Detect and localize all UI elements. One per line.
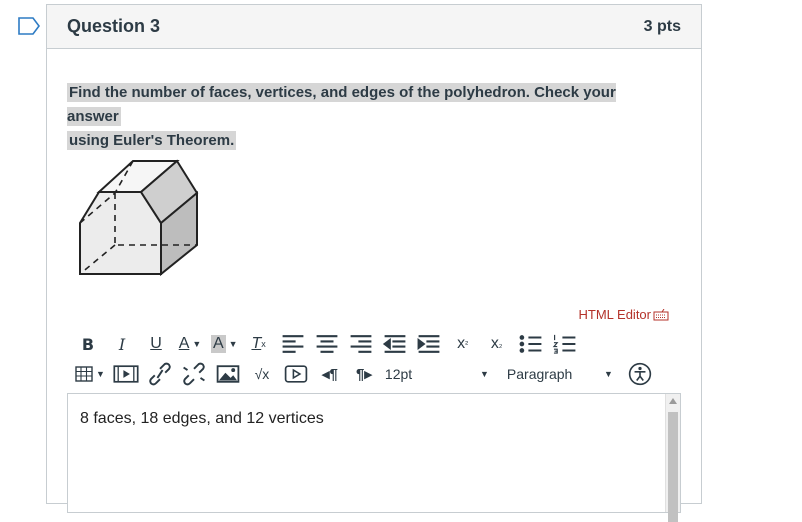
question-card: Question 3 3 pts Find the number of face… [46,4,702,522]
chevron-down-icon: ▼ [480,369,489,379]
numbered-list-icon[interactable] [552,332,578,356]
question-title: Question 3 [67,16,161,36]
scroll-thumb[interactable] [668,412,678,522]
indent-icon[interactable] [416,332,442,356]
unlink-icon[interactable] [181,362,207,386]
embed-icon[interactable] [283,362,309,386]
table-icon[interactable]: ▼ [75,362,105,386]
media-icon[interactable] [113,362,139,386]
link-icon[interactable] [147,362,173,386]
bookmark-icon[interactable] [17,16,41,36]
equation-icon[interactable]: √x [249,362,275,386]
bold-icon[interactable]: B [75,332,101,356]
subscript-icon[interactable]: x₂ [484,332,510,356]
editor-content[interactable]: 8 faces, 18 edges, and 12 vertices [80,410,324,428]
text-color-icon[interactable]: A ▼ [177,332,203,356]
chevron-down-icon: ▼ [604,369,613,379]
accessibility-icon[interactable] [627,362,653,386]
rich-text-editor[interactable]: 8 faces, 18 edges, and 12 vertices [67,393,681,522]
font-size-select[interactable]: 12pt ▼ [385,366,489,382]
html-editor-link[interactable]: HTML Editor [579,307,669,322]
rtl-icon[interactable]: ¶▸ [351,362,377,386]
question-text-line1: Find the number of faces, vertices, and … [67,83,616,126]
font-size-value: 12pt [384,366,413,382]
underline-icon[interactable]: U [143,332,169,356]
image-icon[interactable] [215,362,241,386]
align-right-icon[interactable] [348,332,374,356]
polyhedron-figure [79,159,199,277]
bullet-list-icon[interactable] [518,332,544,356]
question-points: 3 pts [643,17,681,35]
background-color-icon[interactable]: A ▼ [211,332,238,356]
ltr-icon[interactable]: ◂¶ [317,362,343,386]
scroll-up-icon[interactable] [669,398,677,404]
outdent-icon[interactable] [382,332,408,356]
toolbar-row-2: ▼ √x ◂¶ ¶▸ 12pt ▼ Paragraph ▼ [75,361,661,387]
toolbar-row-1: B I U A ▼ A ▼ Tx x² x₂ [75,331,586,357]
italic-icon[interactable]: I [109,332,135,356]
clear-formatting-icon[interactable]: Tx [246,332,272,356]
editor-scrollbar[interactable] [665,394,680,522]
align-left-icon[interactable] [280,332,306,356]
question-header: Question 3 3 pts [47,5,701,49]
question-text-line2: using Euler's Theorem. [67,131,237,150]
question-text: Find the number of faces, vertices, and … [67,81,667,153]
superscript-icon[interactable]: x² [450,332,476,356]
html-editor-label: HTML Editor [578,307,651,322]
align-center-icon[interactable] [314,332,340,356]
block-format-select[interactable]: Paragraph ▼ [507,366,613,382]
block-format-value: Paragraph [506,366,573,382]
keyboard-icon [653,308,669,320]
